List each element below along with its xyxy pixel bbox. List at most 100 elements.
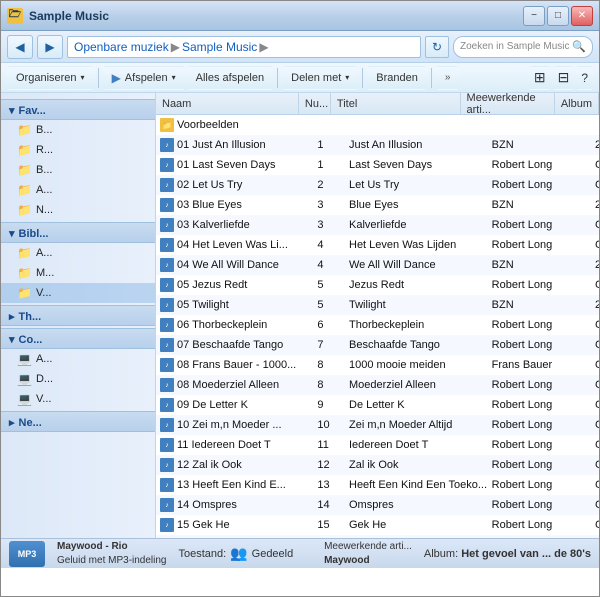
status-filename: Maywood - Rio [57, 540, 167, 554]
table-row[interactable]: ♪ 03 Kalverliefde 3 Kalverliefde Robert … [156, 215, 599, 235]
sidebar-item-n1[interactable]: 📁N... [1, 200, 155, 220]
search-box[interactable]: Zoeken in Sample Music 🔍 [453, 36, 593, 58]
play-button[interactable]: ▶ Afspelen ▾ [103, 66, 185, 90]
table-row[interactable]: 📁 Voorbeelden [156, 115, 599, 135]
cell-naam: ♪ 08 Moederziel Alleen [156, 378, 313, 392]
folder-icon: 💻 [17, 372, 32, 386]
cell-num: 8 [313, 359, 345, 371]
sidebar-item-b1[interactable]: 📁B... [1, 120, 155, 140]
mp3-icon: ♪ [160, 198, 174, 212]
status-meewerk: Meewerkende arti... Maywood [324, 540, 412, 568]
col-header-num[interactable]: Nu... [299, 93, 331, 114]
table-row[interactable]: ♪ 11 Iedereen Doet T 11 Iedereen Doet T … [156, 435, 599, 455]
table-row[interactable]: ♪ 01 Just An Illusion 1 Just An Illusion… [156, 135, 599, 155]
table-row[interactable]: ♪ 06 Thorbeckeplein 6 Thorbeckeplein Rob… [156, 315, 599, 335]
mp3-icon: ♪ [160, 478, 174, 492]
table-row[interactable]: ♪ 15 Gek He 15 Gek He Robert Long Goud o… [156, 515, 599, 535]
cell-titel: Kalverliefde [345, 219, 488, 231]
mp3-icon: ♪ [160, 438, 174, 452]
col-header-meewerk[interactable]: Meewerkende arti... [461, 93, 555, 114]
cell-num: 1 [313, 159, 345, 171]
col-header-titel[interactable]: Titel [331, 93, 461, 114]
help-button[interactable]: ? [576, 66, 593, 90]
cell-meewerk: Robert Long [488, 319, 591, 331]
close-button[interactable]: ✕ [571, 6, 593, 26]
sidebar-item-m1[interactable]: 📁M... [1, 263, 155, 283]
sidebar-item-a2[interactable]: 📁A... [1, 243, 155, 263]
burn-button[interactable]: Branden [367, 66, 427, 90]
cell-album: Goud op zilver [591, 479, 599, 491]
table-row[interactable]: ♪ 09 De Letter K 9 De Letter K Robert Lo… [156, 395, 599, 415]
sidebar-item-b2[interactable]: 📁B... [1, 160, 155, 180]
table-row[interactable]: ♪ 04 Het Leven Was Li... 4 Het Leven Was… [156, 235, 599, 255]
table-row[interactable]: ♪ 07 Beschaafde Tango 7 Beschaafde Tango… [156, 335, 599, 355]
cell-naam: ♪ 06 Thorbeckeplein [156, 318, 313, 332]
cell-meewerk: Robert Long [488, 339, 591, 351]
share-button[interactable]: Delen met ▾ [282, 66, 358, 90]
organise-button[interactable]: Organiseren ▾ [7, 66, 94, 90]
cell-naam: ♪ 05 Twilight [156, 298, 313, 312]
table-row[interactable]: ♪ 01 Last Seven Days 1 Last Seven Days R… [156, 155, 599, 175]
title-bar-controls: − □ ✕ [523, 6, 593, 26]
table-row[interactable]: ♪ 04 We All Will Dance 4 We All Will Dan… [156, 255, 599, 275]
table-row[interactable]: ♪ 13 Heeft Een Kind E... 13 Heeft Een Ki… [156, 475, 599, 495]
refresh-button[interactable]: ↻ [425, 36, 449, 58]
breadcrumb-item-2[interactable]: Sample Music [182, 40, 257, 54]
cell-meewerk: Robert Long [488, 519, 591, 531]
sidebar-section-fav: ▾ Fav... 📁B... 📁R... 📁B... 📁A... 📁N... [1, 99, 155, 220]
status-info: Maywood - Rio Geluid met MP3-indeling [57, 540, 167, 568]
cell-num: 10 [313, 419, 345, 431]
cell-meewerk: Robert Long [488, 479, 591, 491]
mp3-icon: ♪ [160, 338, 174, 352]
sidebar-header-th[interactable]: ▸ Th... [1, 305, 155, 326]
cell-num: 9 [313, 399, 345, 411]
sidebar-header-ne[interactable]: ▸ Ne... [1, 411, 155, 432]
cell-naam: ♪ 08 Frans Bauer - 1000... [156, 358, 313, 372]
sidebar-header-co[interactable]: ▾ Co... [1, 328, 155, 349]
maximize-button[interactable]: □ [547, 6, 569, 26]
table-row[interactable]: ♪ 03 Blue Eyes 3 Blue Eyes BZN 28 Golden… [156, 195, 599, 215]
cell-titel: Jezus Redt [345, 279, 488, 291]
folder-icon: 📁 [17, 203, 32, 217]
col-header-album[interactable]: Album [555, 93, 599, 114]
breadcrumb-item-1[interactable]: Openbare muziek [74, 40, 169, 54]
table-row[interactable]: ♪ 05 Twilight 5 Twilight BZN 28 Golden H… [156, 295, 599, 315]
back-button[interactable]: ◀ [7, 35, 33, 59]
table-row[interactable]: ♪ 10 Zei m,n Moeder ... 10 Zei m,n Moede… [156, 415, 599, 435]
more-button[interactable]: » [436, 66, 460, 90]
cell-num: 8 [313, 379, 345, 391]
cell-titel: De Letter K [345, 399, 488, 411]
sidebar-item-r1[interactable]: 📁R... [1, 140, 155, 160]
sidebar-header-bibl[interactable]: ▾ Bibl... [1, 222, 155, 243]
table-row[interactable]: ♪ 16 Nooit Meer War... 16 Nooit Meer War… [156, 535, 599, 538]
table-row[interactable]: ♪ 05 Jezus Redt 5 Jezus Redt Robert Long… [156, 275, 599, 295]
title-bar: 🗁 Sample Music − □ ✕ [1, 1, 599, 31]
forward-button[interactable]: ▶ [37, 35, 63, 59]
mp3-icon: ♪ [160, 278, 174, 292]
table-row[interactable]: ♪ 12 Zal ik Ook 12 Zal ik Ook Robert Lon… [156, 455, 599, 475]
table-row[interactable]: ♪ 02 Let Us Try 2 Let Us Try Robert Long… [156, 175, 599, 195]
view-toggle-button[interactable]: ⊟ [553, 66, 575, 90]
cell-naam: ♪ 15 Gek He [156, 518, 313, 532]
sidebar-item-a3[interactable]: 💻A... [1, 349, 155, 369]
table-row[interactable]: ♪ 14 Omspres 14 Omspres Robert Long Goud… [156, 495, 599, 515]
sidebar-item-a1[interactable]: 📁A... [1, 180, 155, 200]
col-header-naam[interactable]: Naam [156, 93, 299, 114]
sidebar-item-v2[interactable]: 💻V... [1, 389, 155, 409]
mp3-icon: ♪ [160, 398, 174, 412]
address-path[interactable]: Openbare muziek ▶ Sample Music ▶ [67, 36, 421, 58]
cell-titel: Beschaafde Tango [345, 339, 488, 351]
main-area: ▾ Fav... 📁B... 📁R... 📁B... 📁A... 📁N... ▾… [1, 93, 599, 538]
sidebar-header-fav[interactable]: ▾ Fav... [1, 99, 155, 120]
file-list[interactable]: 📁 Voorbeelden ♪ 01 Just An Illusion 1 Ju… [156, 115, 599, 538]
sidebar-item-v1[interactable]: 📁V... [1, 283, 155, 303]
play-all-button[interactable]: Alles afspelen [187, 66, 274, 90]
table-row[interactable]: ♪ 08 Moederziel Alleen 8 Moederziel Alle… [156, 375, 599, 395]
cell-naam: ♪ 03 Blue Eyes [156, 198, 313, 212]
view-options-button[interactable]: ⊞ [529, 66, 551, 90]
sidebar-item-d1[interactable]: 💻D... [1, 369, 155, 389]
cell-album: Goud op zilver [591, 239, 599, 251]
minimize-button[interactable]: − [523, 6, 545, 26]
folder-icon: 📁 [17, 123, 32, 137]
table-row[interactable]: ♪ 08 Frans Bauer - 1000... 8 1000 mooie … [156, 355, 599, 375]
